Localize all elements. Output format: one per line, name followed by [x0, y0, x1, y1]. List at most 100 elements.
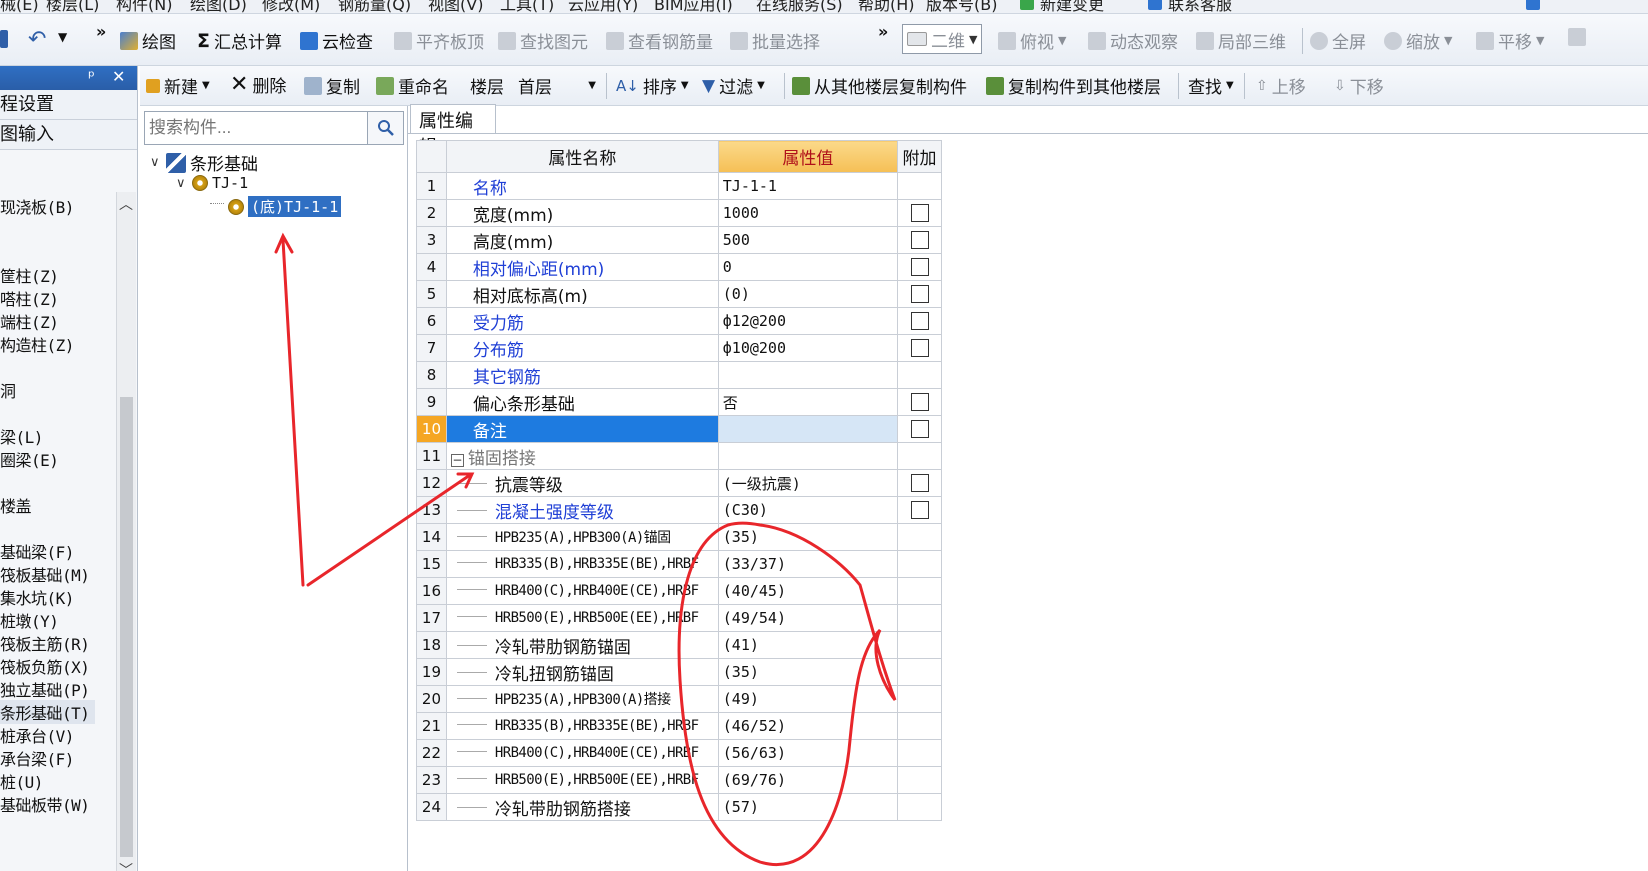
table-row[interactable]: 19 冷轧扭钢筋锚固 (35): [416, 658, 942, 686]
property-value[interactable]: ф10@200: [717, 334, 899, 362]
table-row[interactable]: 11− 锚固搭接: [416, 442, 942, 470]
list-item[interactable]: 筐柱(Z): [0, 263, 59, 287]
list-item[interactable]: 楼盖: [0, 493, 32, 517]
rename-button[interactable]: 重命名: [376, 73, 449, 98]
new-change-menu[interactable]: 新建变更: [1040, 0, 1104, 13]
zoom-button[interactable]: 缩放 ▼: [1384, 28, 1452, 53]
list-item[interactable]: 桩承台(V): [0, 723, 74, 747]
table-row[interactable]: 12 抗震等级 (一级抗震): [416, 469, 942, 497]
extra-checkbox[interactable]: [910, 285, 929, 303]
menu-item[interactable]: BIM应用(I): [654, 0, 733, 13]
list-item[interactable]: 桩(U): [0, 769, 43, 793]
property-value[interactable]: (69/76): [717, 766, 899, 794]
extra-checkbox[interactable]: [910, 501, 929, 519]
move-up-button[interactable]: ⇧ 上移: [1256, 73, 1306, 99]
property-value[interactable]: (一级抗震): [717, 469, 899, 497]
table-row[interactable]: 15 HRB335(B),HRB335E(BE),HRBF (33/37): [416, 550, 942, 578]
list-item[interactable]: 嗒柱(Z): [0, 286, 59, 310]
property-value[interactable]: TJ-1-1: [717, 172, 899, 200]
property-value[interactable]: (35): [717, 523, 899, 551]
table-row[interactable]: 4 相对偏心距(mm) 0: [416, 253, 942, 281]
menu-item[interactable]: 械(E): [0, 0, 39, 13]
cloud-check-button[interactable]: 云检查: [300, 28, 373, 53]
more-icon[interactable]: »: [96, 22, 106, 41]
tool-button[interactable]: [1568, 28, 1586, 46]
table-row[interactable]: 17 HRB500(E),HRB500E(EE),HRBF (49/54): [416, 604, 942, 632]
menu-item[interactable]: 在线服务(S): [756, 0, 843, 13]
tree-node-tj1-1[interactable]: (底)TJ-1-1: [210, 196, 342, 217]
list-item[interactable]: 筏板负筋(X): [0, 654, 90, 678]
tree-node-tj1[interactable]: ∨ TJ-1: [176, 174, 248, 192]
menu-item[interactable]: 钢筋量(Q): [338, 0, 411, 13]
table-row[interactable]: 1 名称 TJ-1-1: [416, 172, 942, 200]
sort-button[interactable]: A↓ 排序 ▼: [616, 73, 689, 99]
table-row[interactable]: 7 分布筋 ф10@200: [416, 334, 942, 362]
table-row[interactable]: 21 HRB335(B),HRB335E(BE),HRBF (46/52): [416, 712, 942, 740]
list-item[interactable]: 基础梁(F): [0, 539, 74, 563]
menu-item[interactable]: 工具(T): [500, 0, 554, 13]
table-row[interactable]: 8 其它钢筋: [416, 361, 942, 389]
list-item[interactable]: 集水坑(K): [0, 585, 74, 609]
scroll-thumb[interactable]: [120, 397, 133, 857]
list-item[interactable]: 承台梁(F): [0, 746, 74, 770]
service-menu[interactable]: 联系客服: [1168, 0, 1232, 13]
table-row[interactable]: 13 混凝土强度等级 (C30): [416, 496, 942, 524]
property-value[interactable]: (57): [717, 793, 899, 821]
col-header-name[interactable]: 属性名称: [445, 140, 719, 173]
find-button[interactable]: 查找 ▼: [1188, 73, 1234, 98]
property-value[interactable]: (0): [717, 280, 899, 308]
list-item[interactable]: 圈梁(E): [0, 447, 59, 471]
filter-button[interactable]: ▼ 过滤 ▼: [702, 73, 765, 99]
copy-to-other-floor-button[interactable]: 复制构件到其他楼层: [986, 73, 1161, 98]
list-item[interactable]: 桩墩(Y): [0, 608, 59, 632]
property-value[interactable]: [717, 442, 899, 470]
list-item[interactable]: 现浇板(B): [0, 194, 74, 218]
property-value[interactable]: [717, 415, 899, 443]
move-down-button[interactable]: ⇩ 下移: [1334, 73, 1384, 99]
property-value[interactable]: (C30): [717, 496, 899, 524]
search-button[interactable]: [368, 111, 404, 145]
list-item[interactable]: 端柱(Z): [0, 309, 59, 333]
table-row[interactable]: 5 相对底标高(m) (0): [416, 280, 942, 308]
property-value[interactable]: ф12@200: [717, 307, 899, 335]
fullscreen-button[interactable]: 全屏: [1310, 28, 1366, 53]
floor-select[interactable]: 首层 ▼: [512, 70, 602, 100]
property-value[interactable]: (33/37): [717, 550, 899, 578]
tab-property-edit[interactable]: 属性编辑: [410, 104, 496, 158]
scroll-down-icon[interactable]: ﹀: [119, 860, 133, 871]
property-value[interactable]: (56/63): [717, 739, 899, 767]
col-header-value[interactable]: 属性值: [717, 140, 899, 173]
menu-item[interactable]: 云应用(Y): [568, 0, 638, 13]
chevron-down-icon[interactable]: ∨: [150, 155, 162, 170]
pin-icon[interactable]: ᵖ: [88, 67, 95, 86]
undo-dropdown-icon[interactable]: ▼: [58, 30, 67, 44]
close-icon[interactable]: ✕: [112, 67, 125, 86]
list-item[interactable]: 梁(L): [0, 424, 43, 448]
menu-item[interactable]: 构件(N): [116, 0, 172, 13]
table-row[interactable]: 2 宽度(mm) 1000: [416, 199, 942, 227]
property-value[interactable]: 500: [717, 226, 899, 254]
scrollbar[interactable]: ︿ ﹀: [116, 192, 136, 871]
menu-item[interactable]: 绘图(D): [190, 0, 247, 13]
property-value[interactable]: 1000: [717, 199, 899, 227]
extra-checkbox[interactable]: [910, 204, 929, 222]
col-header-extra[interactable]: 附加: [897, 140, 942, 173]
property-value[interactable]: (46/52): [717, 712, 899, 740]
view-rebar-button[interactable]: 查看钢筋量: [606, 28, 713, 53]
list-item[interactable]: 独立基础(P): [0, 677, 90, 701]
table-row[interactable]: 16 HRB400(C),HRB400E(CE),HRBF (40/45): [416, 577, 942, 605]
table-row[interactable]: 6 受力筋 ф12@200: [416, 307, 942, 335]
table-row[interactable]: 3 高度(mm) 500: [416, 226, 942, 254]
property-value[interactable]: [717, 361, 899, 389]
extra-checkbox[interactable]: [910, 312, 929, 330]
table-row[interactable]: 9 偏心条形基础 否: [416, 388, 942, 416]
search-input[interactable]: [144, 111, 368, 145]
menu-item[interactable]: 帮助(H): [858, 0, 915, 13]
table-row[interactable]: 10 备注: [416, 415, 942, 443]
delete-button[interactable]: ✕ 删除: [230, 72, 286, 97]
draw-button[interactable]: 绘图: [120, 28, 176, 53]
list-item[interactable]: 构造柱(Z): [0, 332, 74, 356]
pan-button[interactable]: 平移 ▼: [1476, 28, 1544, 53]
flush-slab-button[interactable]: 平齐板顶: [394, 28, 484, 53]
sum-calc-button[interactable]: Σ 汇总计算: [197, 28, 282, 54]
